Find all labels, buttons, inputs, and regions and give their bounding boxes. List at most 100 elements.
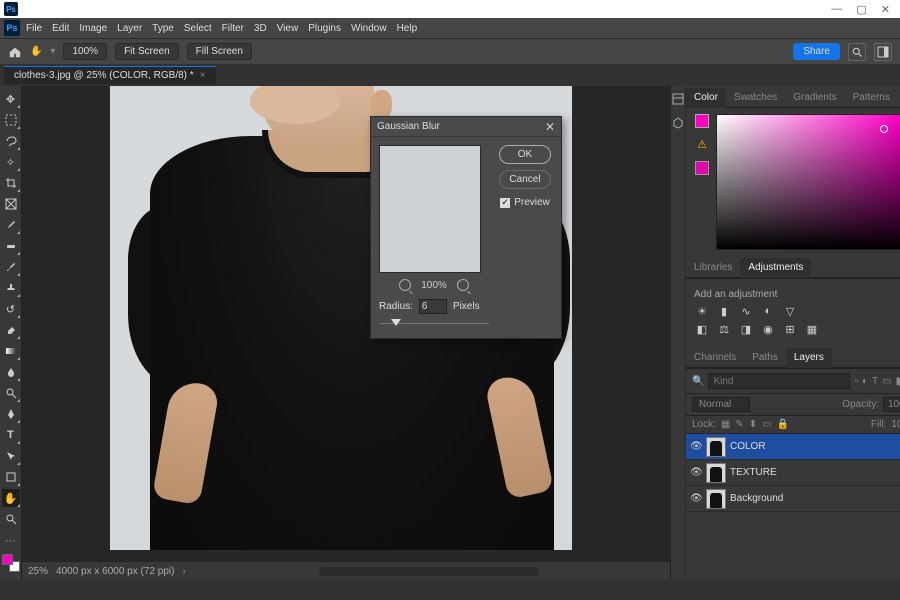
curves-icon[interactable]: ∿ [738,304,754,318]
lock-icon[interactable]: ⬍ [749,419,757,430]
mixer-icon[interactable]: ⊞ [782,322,798,336]
eyedropper-tool-icon[interactable] [2,216,20,234]
lookup-icon[interactable]: ▦ [804,322,820,336]
zoom-in-icon[interactable] [457,279,469,291]
preview-checkbox[interactable]: ✓ [500,198,510,208]
menu-view[interactable]: View [277,23,299,34]
canvas-area[interactable]: Gaussian Blur ✕ 100% Radius: Pixels [22,86,670,580]
close-tab-icon[interactable]: × [200,70,206,81]
share-button[interactable]: Share [793,43,840,60]
tab-color[interactable]: Color [686,88,726,108]
ok-button[interactable]: OK [499,145,551,164]
tab-channels[interactable]: Channels [686,348,744,367]
foreground-swatch[interactable] [695,114,709,128]
layer-thumbnail[interactable] [706,437,726,457]
bw-icon[interactable]: ◨ [738,322,754,336]
zoom-out-icon[interactable] [399,279,411,291]
blend-mode-select[interactable]: Normal [692,397,750,412]
lock-icon[interactable]: ▦ [721,419,730,430]
opacity-input[interactable]: 100% [883,397,900,412]
menu-select[interactable]: Select [184,23,212,34]
gamut-warning-icon[interactable]: ⚠ [697,138,707,151]
vibrance-icon[interactable]: ▽ [782,304,798,318]
lock-icon[interactable]: ▭ [762,419,771,430]
radius-input[interactable] [419,299,447,314]
tab-libraries[interactable]: Libraries [686,258,740,277]
document-tab[interactable]: clothes-3.jpg @ 25% (COLOR, RGB/8) * × [4,66,216,84]
layer-filter-input[interactable] [708,373,850,389]
radius-slider[interactable] [379,318,489,330]
workspace-icon[interactable] [874,43,892,61]
layer-row[interactable]: 👁 TEXTURE [686,460,900,486]
fill-screen-button[interactable]: Fill Screen [187,43,252,60]
blur-tool-icon[interactable] [2,363,20,381]
brush-tool-icon[interactable] [2,258,20,276]
menu-window[interactable]: Window [351,23,387,34]
filter-icon[interactable]: ◧ [896,376,900,387]
menu-file[interactable]: File [26,23,42,34]
tab-adjustments[interactable]: Adjustments [740,258,811,278]
scrollbar[interactable] [319,567,539,576]
layer-name[interactable]: TEXTURE [730,467,777,478]
edit-toolbar-icon[interactable]: ⋯ [2,531,20,549]
move-tool-icon[interactable]: ✥ [2,90,20,108]
layer-name[interactable]: Background [730,493,783,504]
color-field[interactable] [716,114,900,250]
wand-tool-icon[interactable]: ✧ [2,153,20,171]
shape-tool-icon[interactable] [2,468,20,486]
panel-icon[interactable] [671,92,685,106]
menu-plugins[interactable]: Plugins [308,23,341,34]
layer-thumbnail[interactable] [706,463,726,483]
pen-tool-icon[interactable] [2,405,20,423]
zoom-level[interactable]: 100% [63,43,107,60]
filter-icon[interactable]: ▫ [854,376,858,387]
layer-row[interactable]: 👁 COLOR [686,434,900,460]
heal-tool-icon[interactable] [2,237,20,255]
menu-layer[interactable]: Layer [117,23,142,34]
crop-tool-icon[interactable] [2,174,20,192]
tab-gradients[interactable]: Gradients [785,88,844,107]
minimize-button[interactable]: — [831,3,842,16]
layer-name[interactable]: COLOR [730,441,766,452]
tab-paths[interactable]: Paths [744,348,786,367]
visibility-icon[interactable]: 👁 [690,493,702,504]
maximize-button[interactable]: ▢ [856,3,866,16]
eraser-tool-icon[interactable] [2,321,20,339]
background-swatch[interactable] [695,161,709,175]
search-icon[interactable] [848,43,866,61]
zoom-tool-icon[interactable] [2,510,20,528]
status-zoom[interactable]: 25% [28,566,48,577]
menu-type[interactable]: Type [152,23,174,34]
close-button[interactable]: ✕ [881,3,890,16]
filter-icon[interactable]: ◐ [862,376,868,387]
filter-icon[interactable]: ▭ [882,376,891,387]
dodge-tool-icon[interactable] [2,384,20,402]
hue-icon[interactable]: ◧ [694,322,710,336]
menu-edit[interactable]: Edit [52,23,69,34]
hand-tool-icon[interactable]: ✋ [2,489,20,507]
menu-help[interactable]: Help [397,23,418,34]
tab-swatches[interactable]: Swatches [726,88,785,107]
layer-row[interactable]: 👁 Background [686,486,900,512]
lasso-tool-icon[interactable] [2,132,20,150]
visibility-icon[interactable]: 👁 [690,441,702,452]
lock-all-icon[interactable]: 🔒 [777,419,789,430]
visibility-icon[interactable]: 👁 [690,467,702,478]
layer-thumbnail[interactable] [706,489,726,509]
tab-layers[interactable]: Layers [786,348,832,368]
path-select-icon[interactable] [2,447,20,465]
lock-icon[interactable]: ✎ [735,419,743,430]
hand-tool-icon[interactable]: ✋ [30,46,42,57]
menu-filter[interactable]: Filter [222,23,244,34]
home-icon[interactable] [8,45,22,59]
filter-icon[interactable]: T [872,376,878,387]
balance-icon[interactable]: ⚖ [716,322,732,336]
photo-filter-icon[interactable]: ◉ [760,322,776,336]
tab-patterns[interactable]: Patterns [845,88,898,107]
marquee-tool-icon[interactable] [2,111,20,129]
search-icon[interactable]: 🔍 [692,376,704,387]
panel-icon[interactable] [671,116,685,130]
type-tool-icon[interactable]: T [2,426,20,444]
menu-image[interactable]: Image [79,23,107,34]
gradient-tool-icon[interactable] [2,342,20,360]
